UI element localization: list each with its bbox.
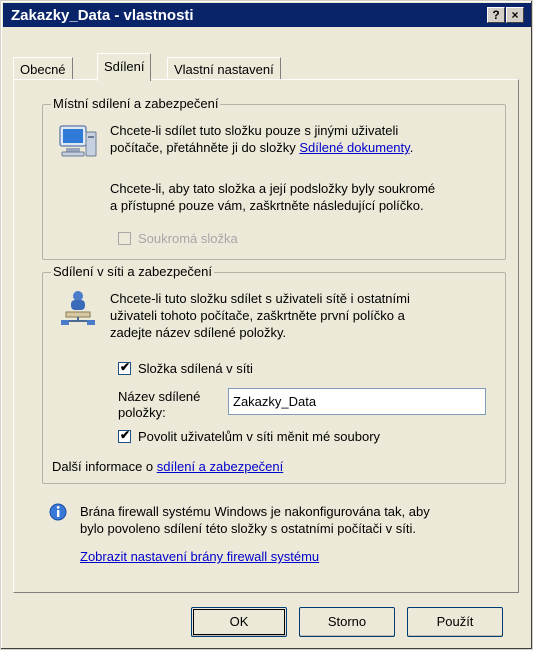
- allow-change-label: Povolit uživatelům v síti měnit mé soubo…: [138, 429, 381, 444]
- network-sharing-group-title: Sdílení v síti a zabezpečení: [51, 264, 214, 279]
- share-folder-checkbox[interactable]: ✔: [118, 360, 131, 375]
- share-name-input[interactable]: [228, 388, 486, 415]
- firewall-settings-link[interactable]: Zobrazit nastavení brány firewall systém…: [80, 548, 319, 565]
- local-sharing-text-line2-suffix: .: [409, 140, 414, 155]
- shared-documents-link[interactable]: Sdílené dokumenty: [299, 140, 409, 155]
- tab-custom-settings[interactable]: Vlastní nastavení: [167, 57, 281, 81]
- info-icon: [48, 502, 68, 522]
- tab-sharing[interactable]: Sdílení: [97, 53, 152, 81]
- private-folder-label: Soukromá složka: [138, 231, 238, 246]
- tab-general[interactable]: Obecné: [13, 57, 73, 81]
- share-name-label-line1: Název sdílené: [118, 389, 201, 404]
- private-folder-text-line1: Chcete-li, aby tato složka a její podslo…: [110, 181, 436, 196]
- checkmark-icon: ✔: [120, 360, 131, 374]
- checkmark-icon: ✔: [120, 428, 131, 442]
- help-button[interactable]: ?: [487, 7, 505, 23]
- share-folder-label: Složka sdílená v síti: [138, 361, 253, 376]
- close-button[interactable]: ×: [506, 7, 524, 23]
- computer-icon: [58, 122, 98, 162]
- window-title: Zakazky_Data - vlastnosti: [11, 7, 194, 24]
- local-sharing-text-line2: počítače, přetáhněte ji do složky Sdílen…: [110, 139, 413, 156]
- private-folder-text-line2: a přístupné pouze vám, zaškrtněte násled…: [110, 198, 424, 213]
- local-sharing-text-line2-prefix: počítače, přetáhněte ji do složky: [110, 140, 300, 155]
- ok-button[interactable]: OK: [191, 607, 287, 637]
- tab-panel-sharing: Místní sdílení a zabezpečení Chcete-li s…: [13, 79, 519, 593]
- network-share-icon: [60, 286, 96, 326]
- sharing-security-link[interactable]: sdílení a zabezpečení: [157, 459, 283, 474]
- more-info-prefix: Další informace o: [52, 459, 157, 474]
- private-folder-checkbox[interactable]: [118, 232, 131, 245]
- cancel-button[interactable]: Storno: [299, 607, 395, 637]
- properties-dialog: Zakazky_Data - vlastnosti ? × Obecné Sdí…: [0, 0, 533, 650]
- network-sharing-text-line3: zadejte název sdílené položky.: [110, 325, 287, 340]
- network-sharing-text-line1: Chcete-li tuto složku sdílet s uživateli…: [110, 291, 410, 306]
- share-name-label-line2: položky:: [118, 405, 166, 420]
- more-info-text: Další informace o sdílení a zabezpečení: [52, 458, 283, 475]
- title-bar[interactable]: Zakazky_Data - vlastnosti ? ×: [3, 3, 531, 27]
- firewall-text-line2: bylo povoleno sdílení této složky s osta…: [80, 521, 416, 536]
- allow-change-checkbox[interactable]: ✔: [118, 428, 131, 443]
- firewall-text-line1: Brána firewall systému Windows je nakonf…: [80, 504, 430, 519]
- local-sharing-group-title: Místní sdílení a zabezpečení: [51, 96, 221, 111]
- network-sharing-text-line2: uživateli tohoto počítače, zaškrtněte pr…: [110, 308, 405, 323]
- local-sharing-text-line1: Chcete-li sdílet tuto složku pouze s jin…: [110, 123, 399, 138]
- apply-button[interactable]: Použít: [407, 607, 503, 637]
